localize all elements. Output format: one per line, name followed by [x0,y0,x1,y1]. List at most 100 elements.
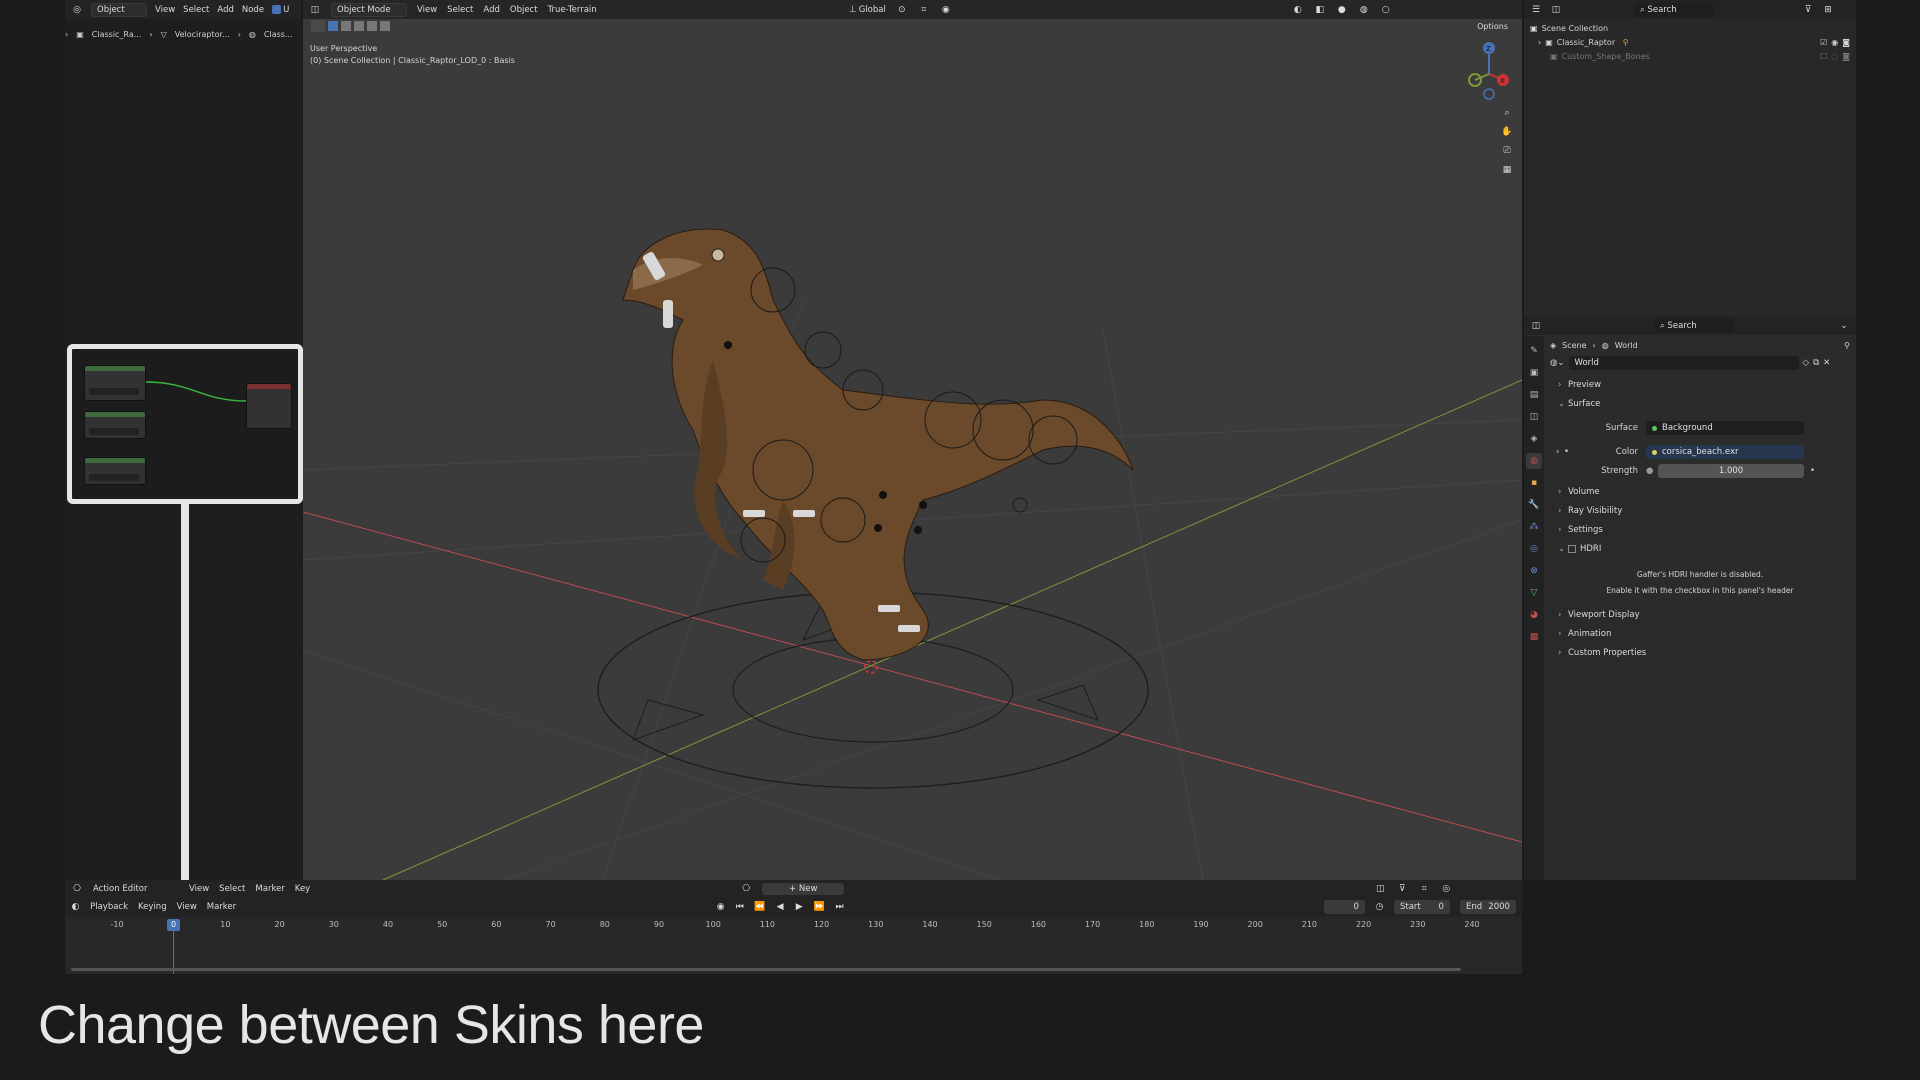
display-mode-icon[interactable]: ◫ [1550,4,1562,16]
action-menu-marker[interactable]: Marker [255,884,284,894]
navigation-gizmo[interactable]: Z X [1459,40,1519,100]
editor-type-icon[interactable]: ◫ [1530,320,1542,332]
properties-search[interactable]: ⌕ Search [1654,318,1734,333]
chevron-down-icon[interactable]: ⌄ [1838,320,1850,332]
perspective-toggle-icon[interactable]: ▦ [1499,162,1515,178]
duplicate-icon[interactable]: ⧉ [1813,358,1819,368]
visibility-checkbox[interactable]: ☐ [1820,52,1827,61]
pan-hand-icon[interactable]: ✋ [1499,124,1515,140]
camera-view-icon[interactable]: ⎚ [1499,143,1515,159]
panel-preview[interactable]: › Preview [1550,376,1850,394]
strength-field[interactable]: 1.000 [1658,464,1804,478]
editor-type-icon[interactable]: ◎ [71,4,83,16]
action-menu-key[interactable]: Key [295,884,310,894]
surface-shader-field[interactable]: Background [1646,421,1804,435]
panel-ray-visibility[interactable]: › Ray Visibility [1550,502,1850,520]
panel-volume[interactable]: › Volume [1550,483,1850,501]
timeline-menu-marker[interactable]: Marker [207,902,236,912]
editor-type-icon[interactable]: ☰ [1530,4,1542,16]
play-reverse-icon[interactable]: ◀ [776,901,785,913]
play-icon[interactable]: ▶ [795,901,804,913]
only-selected-icon[interactable]: ◫ [1374,883,1386,895]
end-frame-field[interactable]: End 2000 [1459,900,1516,914]
outliner-item[interactable]: ▣ Scene Collection [1530,21,1850,35]
viewport-3d[interactable]: ◫ Object Mode View Select Add Object Tru… [303,0,1522,880]
jump-end-icon[interactable]: ⏭ [835,901,844,913]
node-mode-dropdown[interactable]: Object [91,2,147,17]
camera-icon[interactable]: ◙ [1842,52,1850,61]
eye-icon[interactable]: ◌ [1831,52,1838,61]
record-icon[interactable]: ◉ [716,901,725,913]
start-frame-field[interactable]: Start 0 [1393,900,1450,914]
editor-type-icon[interactable]: ⎔ [71,883,83,895]
pin-icon[interactable]: ⚲ [1844,341,1850,350]
action-browse-icon[interactable]: ⎔ [740,883,752,895]
world-datablock-field[interactable]: World [1568,356,1799,370]
panel-surface[interactable]: ⌄ Surface [1550,395,1850,413]
chevron-right-icon[interactable]: › [1538,38,1541,47]
material-icon[interactable]: ◕ [1526,607,1542,623]
zoom-icon[interactable]: ⌕ [1499,105,1515,121]
filter-icon[interactable]: ⊽ [1396,883,1408,895]
world-icon[interactable]: ◍ [1526,453,1542,469]
timeline-ruler[interactable]: -10 10 20 30 40 50 60 70 80 90 100 110 120 130 140 150 1… [65,918,1522,974]
render-icon[interactable]: ▣ [1526,365,1542,381]
view-layer-icon[interactable]: ◫ [1526,409,1542,425]
current-frame-field[interactable]: 0 [1324,900,1365,914]
panel-custom-properties[interactable]: › Custom Properties [1550,644,1850,662]
chevron-right-icon[interactable]: › [1550,447,1564,457]
unlink-icon[interactable]: ✕ [1823,358,1830,368]
panel-animation[interactable]: › Animation [1550,625,1850,643]
outliner-item[interactable]: › ▣ Classic_Raptor ⚲ ☑ ◉ ◙ [1530,35,1850,49]
visibility-checkbox[interactable]: ☑ [1820,38,1827,47]
world-icon[interactable]: ◍⌄ [1550,358,1565,368]
playback-dropdown[interactable]: Playback [90,902,128,912]
modifier-icon[interactable]: 🔧 [1526,497,1542,513]
new-action-button[interactable]: + New [762,883,845,895]
timeline-scrollbar[interactable] [71,968,1461,971]
tool-icon[interactable]: ✎ [1526,343,1542,359]
snap-icon[interactable]: ⌗ [1418,883,1430,895]
physics-icon[interactable]: ◎ [1526,541,1542,557]
output-icon[interactable]: ▤ [1526,387,1542,403]
outliner-item[interactable]: ▣ Custom_Shape_Bones ☐ ◌ ◙ [1530,49,1850,63]
eye-icon[interactable]: ◉ [1831,38,1838,47]
panel-viewport-display[interactable]: › Viewport Display [1550,606,1850,624]
camera-icon[interactable]: ◙ [1842,38,1850,47]
node-menu-view[interactable]: View [155,5,175,15]
keying-dropdown[interactable]: Keying [138,902,167,912]
constraints-icon[interactable]: ⊗ [1526,563,1542,579]
svg-text:Z: Z [1486,45,1491,53]
breadcrumb-mesh[interactable]: Velociraptor... [175,30,230,39]
color-texture-field[interactable]: corsica_beach.exr [1646,445,1804,459]
panel-hdri[interactable]: ⌄ HDRI [1550,540,1850,558]
filter-icon[interactable]: ⊽ [1802,4,1814,16]
proportional-edit-icon[interactable]: ◎ [1440,883,1452,895]
jump-start-icon[interactable]: ⏮ [735,901,744,913]
node-menu-node[interactable]: Node [242,5,264,15]
chevron-right-icon: › [1558,380,1562,390]
node-menu-add[interactable]: Add [217,5,233,15]
timeline-menu-view[interactable]: View [177,902,197,912]
outliner-search[interactable]: ⌕ Search [1634,2,1714,17]
object-icon[interactable]: ▪ [1526,475,1542,491]
fake-user-icon[interactable]: ◇ [1803,358,1810,368]
new-collection-icon[interactable]: ⊞ [1822,4,1834,16]
scene-icon[interactable]: ◈ [1526,431,1542,447]
action-menu-select[interactable]: Select [219,884,245,894]
next-keyframe-icon[interactable]: ⏩ [814,901,825,913]
data-icon[interactable]: ▽ [1526,585,1542,601]
prev-keyframe-icon[interactable]: ⏪ [754,901,765,913]
particles-icon[interactable]: ⁂ [1526,519,1542,535]
editor-type-icon[interactable]: ◐ [71,901,80,913]
panel-settings[interactable]: › Settings [1550,521,1850,539]
node-menu-select[interactable]: Select [183,5,209,15]
texture-icon[interactable]: ▩ [1526,629,1542,645]
hdri-checkbox[interactable] [1568,545,1576,553]
action-editor-mode-dropdown[interactable]: Action Editor [93,884,179,894]
use-nodes-checkbox[interactable]: U [272,5,289,15]
breadcrumb-material[interactable]: Class... [264,30,293,39]
keyframe-dot-icon[interactable]: • [1810,466,1815,476]
breadcrumb-object[interactable]: Classic_Ra... [92,30,142,39]
action-menu-view[interactable]: View [189,884,209,894]
